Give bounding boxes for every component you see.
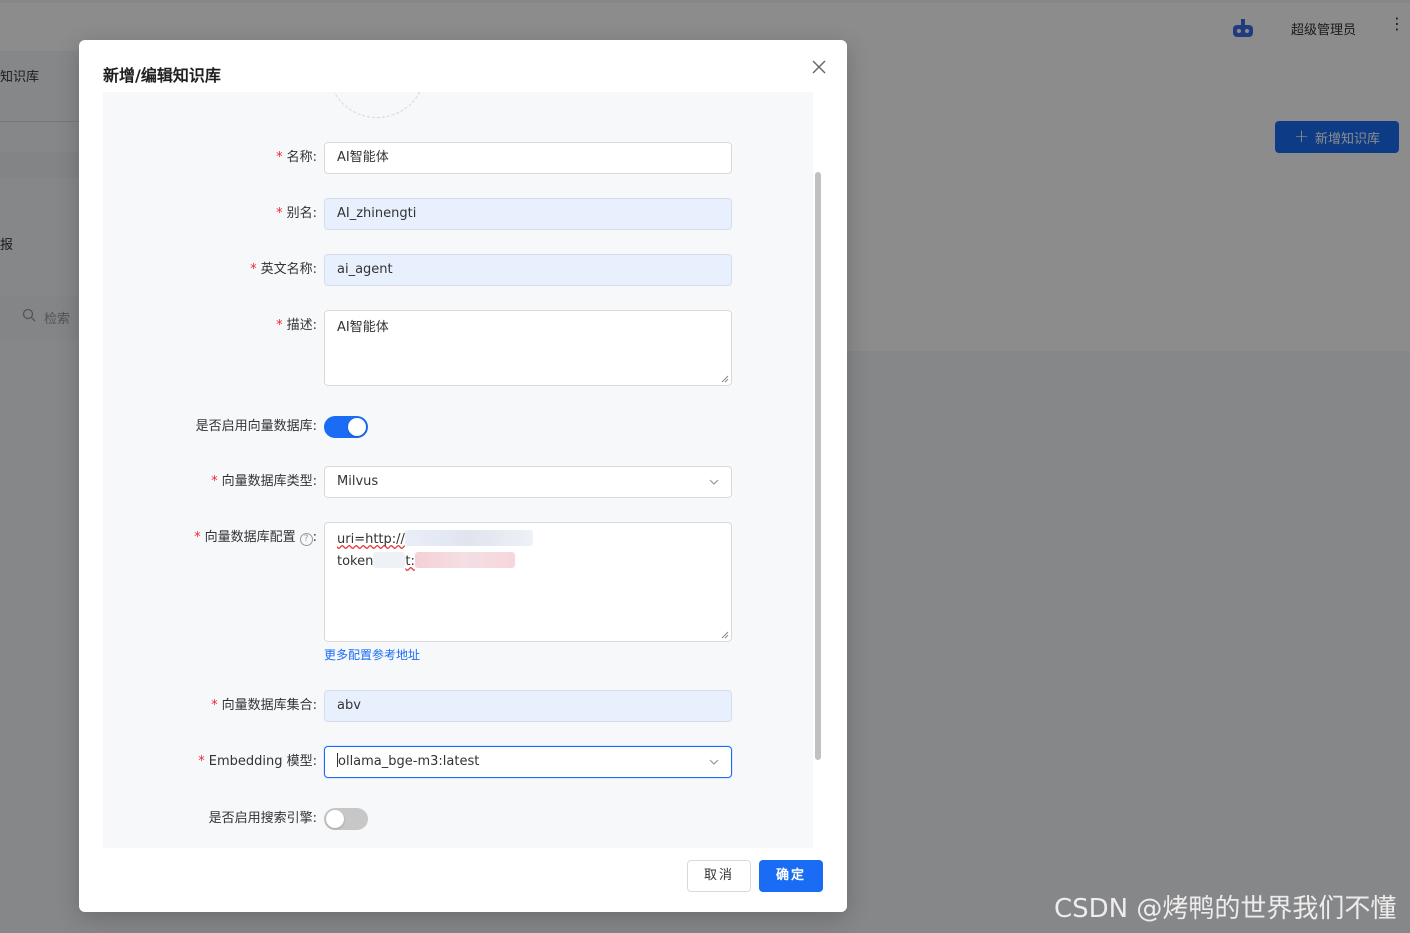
alias-input[interactable]: AI_zhinengti — [324, 198, 732, 230]
embedding-model-value: ollama_bge-m3:latest — [338, 754, 480, 769]
resize-handle-icon[interactable] — [721, 375, 729, 383]
name-label: * 名称: — [276, 150, 317, 165]
description-text: AI智能体 — [337, 320, 389, 335]
config-line-token: token t: — [337, 551, 719, 573]
enable-search-engine-switch[interactable] — [324, 808, 368, 830]
vector-db-config-textarea[interactable]: uri=http:// token t: — [324, 522, 732, 642]
description-textarea[interactable]: AI智能体 — [324, 310, 732, 386]
more-config-link[interactable]: 更多配置参考地址 — [324, 646, 420, 663]
help-icon[interactable]: ? — [299, 533, 313, 546]
english-name-label: * 英文名称: — [250, 262, 317, 277]
dialog-scrollbar[interactable] — [813, 170, 823, 762]
close-icon[interactable] — [810, 58, 828, 76]
config-line-uri: uri=http:// — [337, 529, 719, 551]
redacted-token-a — [373, 552, 406, 568]
dialog-title: 新增/编辑知识库 — [103, 66, 221, 85]
embedding-model-label: * Embedding 模型: — [198, 754, 317, 769]
vector-db-type-select[interactable]: Milvus — [324, 466, 732, 498]
vector-db-type-label: * 向量数据库类型: — [211, 474, 317, 489]
embedding-model-select[interactable]: ollama_bge-m3:latest — [324, 746, 732, 778]
switch-knob — [326, 810, 344, 828]
avatar-upload[interactable] — [329, 92, 425, 118]
watermark: CSDN @烤鸭的世界我们不懂 — [1054, 894, 1397, 924]
cancel-button[interactable]: 取消 — [687, 860, 751, 892]
edit-knowledge-base-dialog: 新增/编辑知识库 * 名称: AI智能体 * 别名: AI_zhinengti * 英… — [79, 40, 847, 912]
vector-db-config-label: * 向量数据库配置?: — [194, 530, 317, 546]
redacted-uri — [404, 530, 533, 546]
enable-vector-db-switch[interactable] — [324, 416, 368, 438]
vector-db-collection-label: * 向量数据库集合: — [211, 698, 317, 713]
redacted-token-b — [414, 552, 515, 568]
chevron-down-icon — [709, 759, 719, 765]
chevron-down-icon — [709, 479, 719, 485]
switch-knob — [348, 418, 366, 436]
vector-db-collection-input[interactable]: abv — [324, 690, 732, 722]
description-label: * 描述: — [276, 318, 317, 333]
name-input[interactable]: AI智能体 — [324, 142, 732, 174]
dialog-form: * 名称: AI智能体 * 别名: AI_zhinengti * 英文名称: ai_a… — [103, 92, 813, 848]
enable-vector-db-label: 是否启用向量数据库: — [195, 419, 317, 434]
vector-db-type-value: Milvus — [337, 474, 379, 489]
english-name-input[interactable]: ai_agent — [324, 254, 732, 286]
resize-handle-icon[interactable] — [721, 631, 729, 639]
alias-label: * 别名: — [276, 206, 317, 221]
enable-search-engine-label: 是否启用搜索引擎: — [208, 811, 317, 826]
confirm-button[interactable]: 确定 — [759, 860, 823, 892]
